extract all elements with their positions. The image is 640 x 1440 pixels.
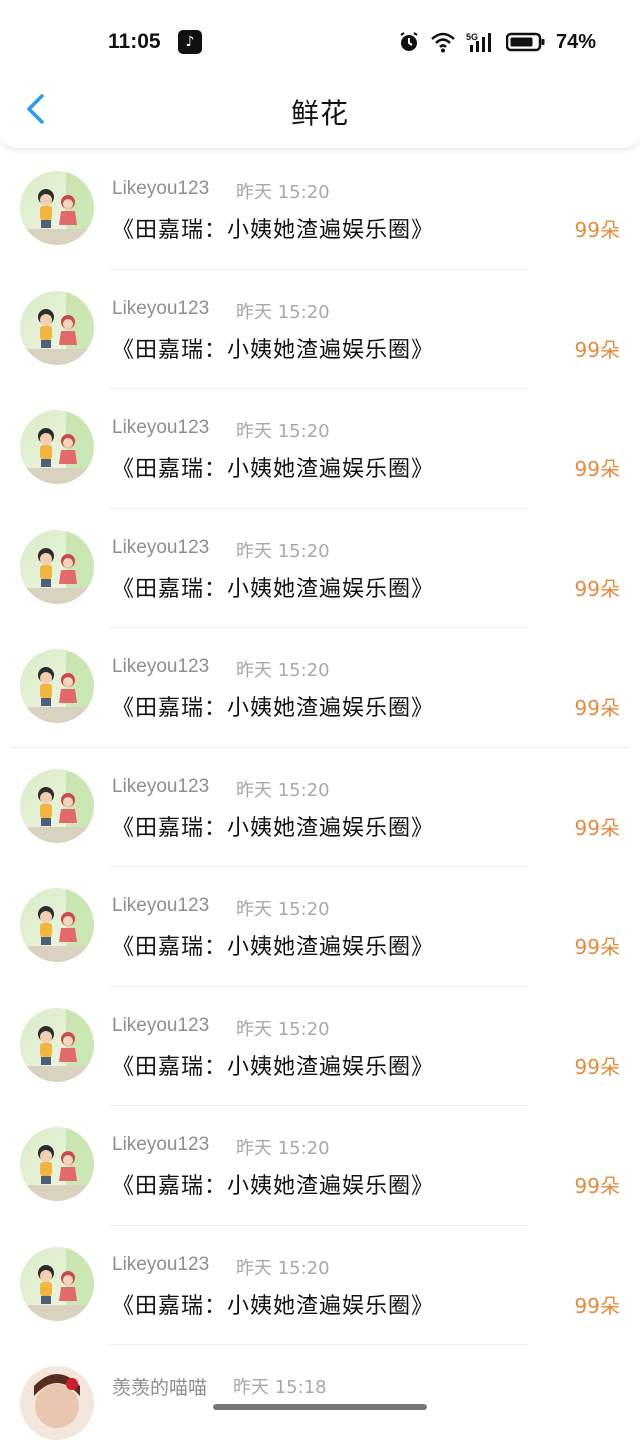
list-item[interactable]: Likeyou123 昨天 15:20 《田嘉瑞：小姨她渣遍娱乐圈》 99朵 (0, 748, 640, 867)
timestamp: 昨天 15:20 (236, 1018, 330, 1040)
username[interactable]: 羡羡的喵喵 (112, 1373, 207, 1400)
list-item[interactable]: 羡羡的喵喵 昨天 15:18 (0, 1345, 640, 1440)
book-title[interactable]: 《田嘉瑞：小姨她渣遍娱乐圈》 (112, 212, 434, 244)
list-item[interactable]: Likeyou123 昨天 15:20 《田嘉瑞：小姨她渣遍娱乐圈》 99朵 (0, 270, 640, 389)
book-title[interactable]: 《田嘉瑞：小姨她渣遍娱乐圈》 (112, 929, 434, 961)
flower-count: 99朵 (574, 337, 620, 362)
list-item[interactable]: Likeyou123 昨天 15:20 《田嘉瑞：小姨她渣遍娱乐圈》 99朵 (0, 1106, 640, 1226)
flower-count: 99朵 (574, 1293, 620, 1318)
timestamp: 昨天 15:20 (236, 899, 330, 920)
list-item[interactable]: Likeyou123 昨天 15:20 《田嘉瑞：小姨她渣遍娱乐圈》 99朵 (0, 150, 640, 270)
flower-gift-list: Likeyou123 昨天 15:20 《田嘉瑞：小姨她渣遍娱乐圈》 99朵 Likey… (0, 150, 640, 1440)
username[interactable]: Likeyou123 (112, 656, 209, 678)
timestamp: 昨天 15:20 (236, 301, 330, 323)
book-title[interactable]: 《田嘉瑞：小姨她渣遍娱乐圈》 (112, 1288, 434, 1320)
flower-count: 99朵 (574, 457, 620, 481)
timestamp: 昨天 15:18 (233, 1377, 327, 1398)
username[interactable]: Likeyou123 (112, 776, 209, 798)
avatar[interactable] (20, 1127, 94, 1201)
avatar[interactable] (20, 171, 94, 245)
timestamp: 昨天 15:20 (236, 779, 330, 801)
timestamp: 昨天 15:20 (236, 421, 330, 442)
book-title[interactable]: 《田嘉瑞：小姨她渣遍娱乐圈》 (112, 1168, 434, 1200)
flower-count: 99朵 (574, 218, 620, 242)
battery-percent: 74% (555, 30, 596, 53)
flower-count: 99朵 (574, 1054, 620, 1079)
flower-count: 99朵 (574, 935, 620, 959)
timestamp: 昨天 15:20 (236, 1138, 330, 1159)
username[interactable]: Likeyou123 (112, 1134, 209, 1156)
timestamp: 昨天 15:20 (236, 540, 330, 562)
list-item[interactable]: Likeyou123 昨天 15:20 《田嘉瑞：小姨她渣遍娱乐圈》 99朵 (0, 628, 640, 748)
page-title: 鲜花 (290, 97, 349, 130)
status-icons: 5G 74% (398, 30, 596, 54)
status-time: 11:05 (108, 30, 161, 53)
book-title[interactable]: 《田嘉瑞：小姨她渣遍娱乐圈》 (112, 451, 434, 483)
book-title[interactable]: 《田嘉瑞：小姨她渣遍娱乐圈》 (112, 571, 434, 603)
avatar[interactable] (20, 290, 94, 365)
username[interactable]: Likeyou123 (112, 1254, 209, 1276)
alarm-icon (400, 32, 418, 51)
username[interactable]: Likeyou123 (112, 178, 209, 200)
timestamp: 昨天 15:20 (236, 182, 330, 203)
battery-icon (505, 32, 545, 52)
book-title[interactable]: 《田嘉瑞：小姨她渣遍娱乐圈》 (112, 810, 434, 842)
avatar[interactable] (20, 529, 94, 604)
avatar[interactable] (20, 888, 94, 962)
flower-count: 99朵 (574, 1174, 620, 1198)
book-title[interactable]: 《田嘉瑞：小姨她渣遍娱乐圈》 (112, 1049, 434, 1081)
tiktok-icon: ♪ (178, 30, 202, 54)
5g-signal-icon: 5G (466, 32, 491, 52)
avatar[interactable] (20, 1246, 94, 1321)
wifi-icon (431, 32, 455, 53)
avatar[interactable] (20, 410, 94, 484)
flower-count: 99朵 (574, 815, 620, 840)
flower-count: 99朵 (574, 576, 620, 601)
book-title[interactable]: 《田嘉瑞：小姨她渣遍娱乐圈》 (112, 690, 434, 722)
avatar[interactable] (20, 1007, 94, 1082)
list-item[interactable]: Likeyou123 昨天 15:20 《田嘉瑞：小姨她渣遍娱乐圈》 99朵 (0, 509, 640, 628)
flower-count: 99朵 (574, 696, 620, 720)
username[interactable]: Likeyou123 (112, 1015, 209, 1037)
timestamp: 昨天 15:20 (236, 660, 330, 681)
username[interactable]: Likeyou123 (112, 537, 209, 559)
svg-text:5G: 5G (466, 32, 478, 42)
avatar[interactable] (20, 768, 94, 843)
list-item[interactable]: Likeyou123 昨天 15:20 《田嘉瑞：小姨她渣遍娱乐圈》 99朵 (0, 389, 640, 509)
list-item[interactable]: Likeyou123 昨天 15:20 《田嘉瑞：小姨她渣遍娱乐圈》 99朵 (0, 1226, 640, 1345)
book-title[interactable]: 《田嘉瑞：小姨她渣遍娱乐圈》 (112, 332, 434, 364)
avatar[interactable] (20, 1366, 94, 1440)
list-item[interactable]: Likeyou123 昨天 15:20 《田嘉瑞：小姨她渣遍娱乐圈》 99朵 (0, 867, 640, 987)
home-indicator[interactable] (213, 1404, 427, 1410)
avatar[interactable] (20, 649, 94, 723)
username[interactable]: Likeyou123 (112, 298, 209, 320)
header-bar: 鲜花 (0, 70, 640, 149)
list-item[interactable]: Likeyou123 昨天 15:20 《田嘉瑞：小姨她渣遍娱乐圈》 99朵 (0, 987, 640, 1106)
username[interactable]: Likeyou123 (112, 895, 209, 917)
username[interactable]: Likeyou123 (112, 417, 209, 439)
timestamp: 昨天 15:20 (236, 1257, 330, 1279)
